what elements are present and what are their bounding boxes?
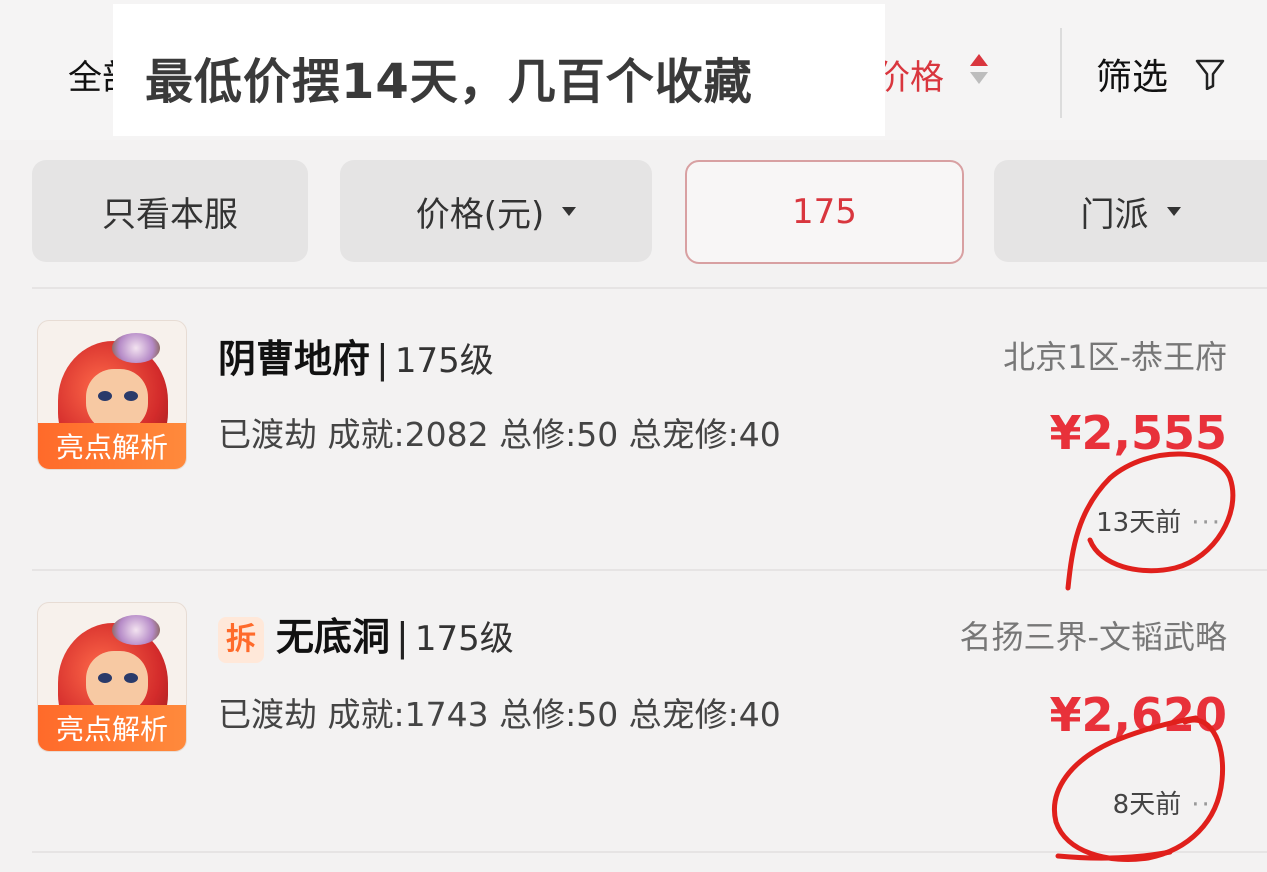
chip-label: 175 <box>792 192 857 232</box>
more-icon[interactable]: ··· <box>1191 508 1222 538</box>
divider <box>1060 28 1062 118</box>
sort-price-tab[interactable]: 价格 <box>876 50 944 99</box>
sort-arrows-icon[interactable] <box>968 50 990 90</box>
item-server: 名扬三界-文韬武略 <box>959 618 1227 656</box>
list-item[interactable]: 亮点解析 阴曹地府 | 175级 北京1区-恭王府 已渡劫 成就:2082 总修:5… <box>0 290 1267 572</box>
item-title: 阴曹地府 | 175级 <box>218 337 494 381</box>
item-server: 北京1区-恭王府 <box>1003 338 1227 376</box>
item-name: 阴曹地府 <box>218 337 371 381</box>
highlight-badge[interactable]: 亮点解析 <box>38 705 186 751</box>
item-name: 无底洞 <box>276 615 391 659</box>
highlight-badge[interactable]: 亮点解析 <box>38 423 186 469</box>
chip-price-range[interactable]: 价格(元) <box>340 160 652 262</box>
item-stats: 已渡劫 成就:2082 总修:50 总宠修:40 <box>218 415 781 454</box>
item-price: ¥2,620 <box>1049 688 1227 742</box>
funnel-icon[interactable] <box>1195 58 1225 90</box>
divider <box>32 851 1267 853</box>
avatar[interactable]: 亮点解析 <box>37 320 187 470</box>
chip-school[interactable]: 门派 <box>994 160 1267 262</box>
item-price: ¥2,555 <box>1049 406 1227 460</box>
item-level: 175级 <box>394 341 494 381</box>
divider <box>32 287 1267 289</box>
item-title: 拆无底洞 | 175级 <box>218 606 514 663</box>
chip-label: 门派 <box>1080 194 1149 235</box>
chip-label: 价格(元) <box>415 194 545 235</box>
divider <box>32 569 1267 571</box>
caret-down-icon <box>1166 206 1181 216</box>
more-icon[interactable]: ··· <box>1191 790 1222 820</box>
avatar[interactable]: 亮点解析 <box>37 602 187 752</box>
chip-label: 只看本服 <box>102 194 238 235</box>
list-item[interactable]: 亮点解析 拆无底洞 | 175级 名扬三界-文韬武略 已渡劫 成就:1743 总修:… <box>0 572 1267 854</box>
overlay-caption: 最低价摆14天，几百个收藏 <box>145 54 753 110</box>
split-tag: 拆 <box>218 616 264 663</box>
chip-same-server[interactable]: 只看本服 <box>32 160 308 262</box>
item-time: 13天前 <box>1096 508 1182 538</box>
caret-down-icon <box>562 206 577 216</box>
item-time: 8天前 <box>1112 790 1182 820</box>
item-stats: 已渡劫 成就:1743 总修:50 总宠修:40 <box>218 695 781 734</box>
item-level: 175级 <box>414 619 514 659</box>
filter-button[interactable]: 筛选 <box>1096 48 1168 100</box>
chip-level[interactable]: 175 <box>685 160 964 264</box>
